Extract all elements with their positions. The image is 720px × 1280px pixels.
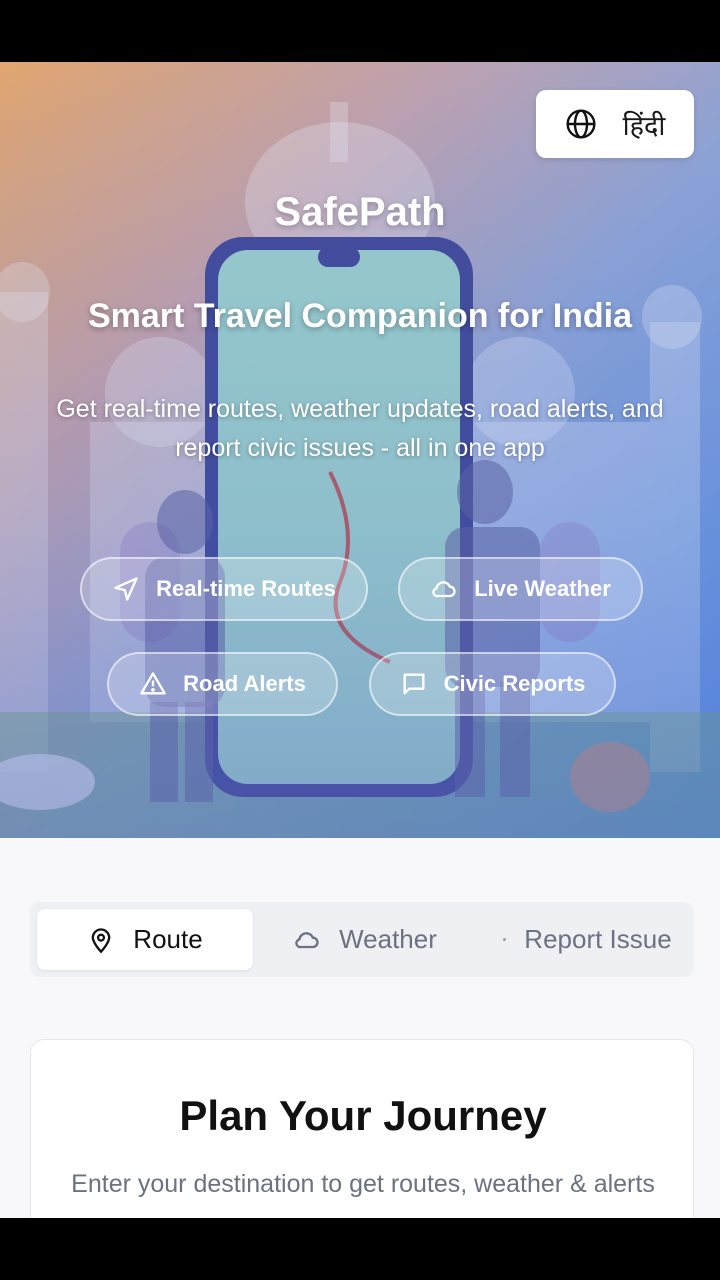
map-pin-icon: [91, 927, 111, 953]
globe-icon: [566, 109, 596, 139]
app-screen: हिंदी SafePath Smart Travel Companion fo…: [0, 62, 720, 1218]
feature-chip-alerts[interactable]: Road Alerts: [107, 652, 338, 716]
tab-weather[interactable]: Weather: [270, 909, 460, 970]
tab-label: Weather: [339, 924, 437, 954]
navigation-arrow-icon: [114, 577, 138, 601]
language-label: हिंदी: [622, 110, 666, 142]
tab-label: Report Issue: [524, 924, 672, 954]
plan-journey-card: Plan Your Journey Enter your destination…: [30, 1039, 694, 1218]
dot-icon: [503, 938, 507, 941]
hero-tagline: Smart Travel Companion for India: [87, 297, 633, 335]
message-square-icon: [403, 673, 425, 695]
feature-chip-label: Civic Reports: [443, 671, 586, 696]
feature-chip-label: Real-time Routes: [156, 576, 336, 601]
feature-chip-label: Road Alerts: [183, 671, 306, 696]
status-bar-top: [0, 0, 720, 62]
main-tabs: Route Weather Report Issue: [30, 902, 694, 977]
tab-label: Route: [133, 924, 203, 954]
language-toggle-button[interactable]: हिंदी: [536, 90, 694, 158]
card-title: Plan Your Journey: [179, 1092, 547, 1139]
tab-route[interactable]: Route: [37, 909, 253, 970]
feature-chip-weather[interactable]: Live Weather: [398, 557, 643, 621]
feature-chip-routes[interactable]: Real-time Routes: [80, 557, 368, 621]
feature-chip-label: Live Weather: [474, 576, 611, 601]
navigation-bar-bottom: [0, 1218, 720, 1280]
cloud-icon: [432, 581, 456, 598]
feature-chip-civic[interactable]: Civic Reports: [369, 652, 616, 716]
tab-report-issue[interactable]: Report Issue: [485, 909, 690, 970]
warning-triangle-icon: [140, 672, 167, 695]
app-brand-title: SafePath: [274, 190, 446, 234]
cloud-icon: [295, 931, 319, 948]
hero-description: Get real-time routes, weather updates, r…: [56, 395, 664, 462]
hero-section: हिंदी SafePath Smart Travel Companion fo…: [0, 62, 720, 838]
card-subtitle: Enter your destination to get routes, we…: [71, 1170, 655, 1198]
